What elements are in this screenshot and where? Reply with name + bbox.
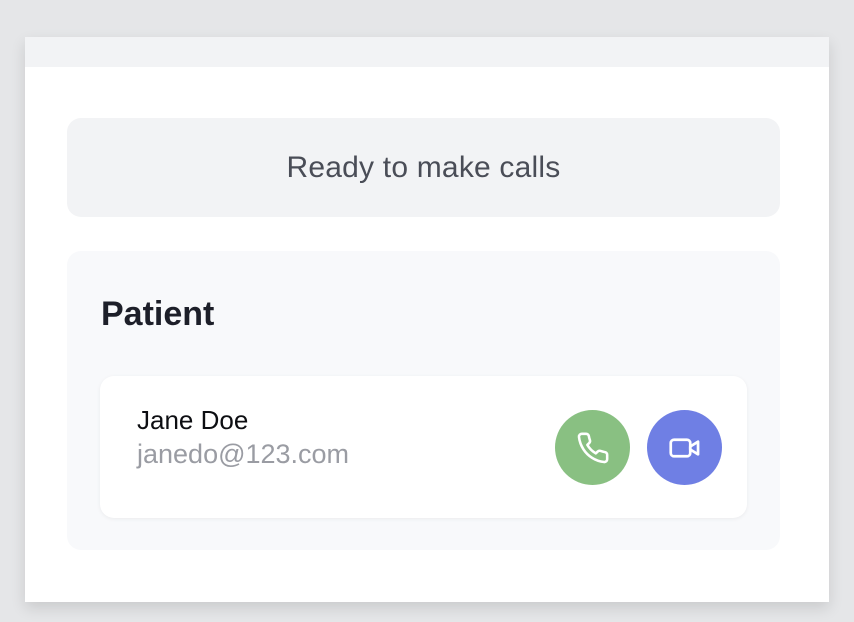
patient-card: Jane Doe janedo@123.com <box>100 376 747 518</box>
patient-section: Patient Jane Doe janedo@123.com <box>67 251 780 550</box>
video-call-button[interactable] <box>647 410 722 485</box>
patient-email: janedo@123.com <box>137 439 350 469</box>
call-status-box: Ready to make calls <box>67 118 780 217</box>
section-title: Patient <box>101 295 215 333</box>
video-camera-icon <box>667 430 703 466</box>
main-panel: Ready to make calls Patient Jane Doe jan… <box>25 37 829 602</box>
phone-icon <box>576 431 610 465</box>
voice-call-button[interactable] <box>555 410 630 485</box>
panel-header-strip <box>25 37 829 67</box>
call-status-text: Ready to make calls <box>286 150 561 184</box>
patient-name: Jane Doe <box>137 405 249 435</box>
